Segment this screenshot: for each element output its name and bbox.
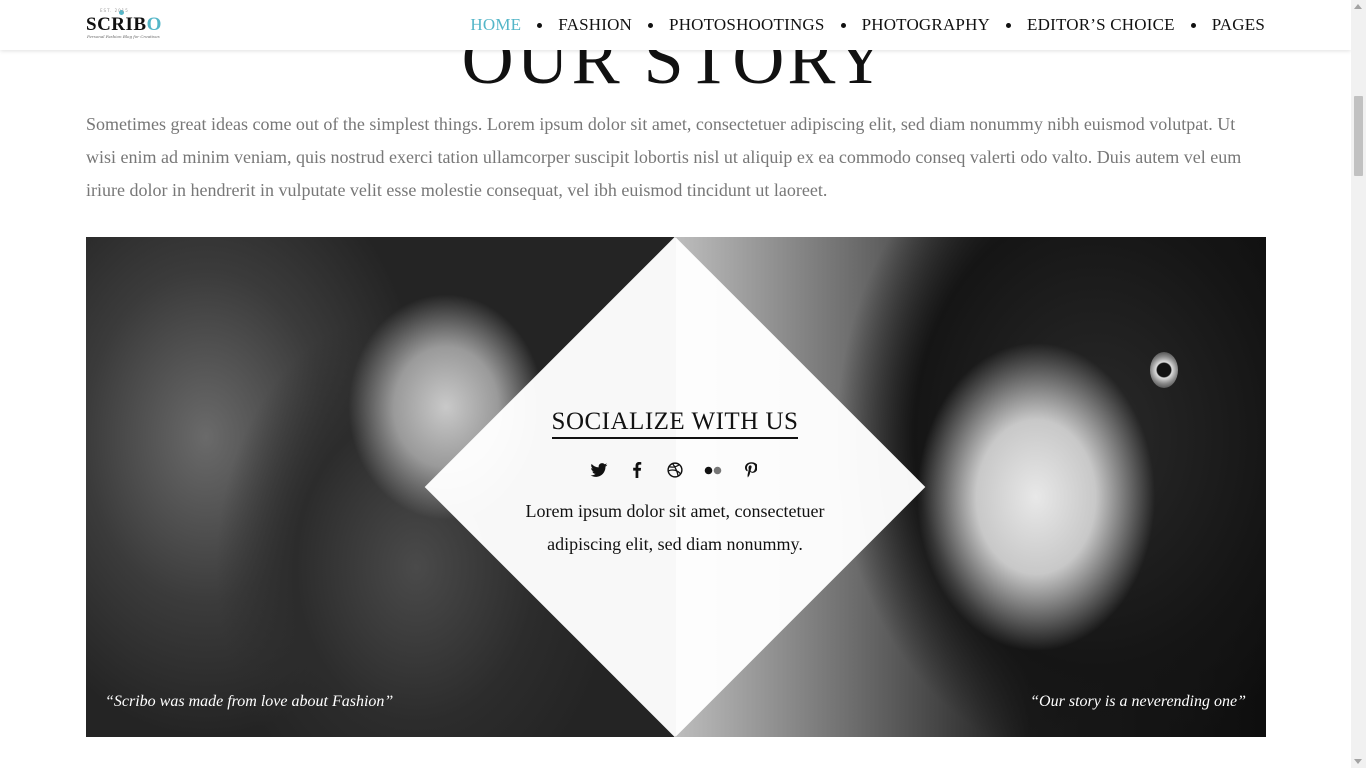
twitter-icon[interactable] bbox=[590, 461, 608, 479]
scrollbar-thumb[interactable] bbox=[1354, 96, 1363, 176]
main-nav: HOME FASHION PHOTOSHOOTINGS PHOTOGRAPHY … bbox=[470, 0, 1265, 50]
nav-item-editors-choice[interactable]: EDITOR’S CHOICE bbox=[1027, 15, 1175, 35]
nav-item-photography[interactable]: PHOTOGRAPHY bbox=[862, 15, 990, 35]
social-box: SOCIALIZE WITH US Lorem ipsum dolor sit … bbox=[480, 408, 870, 561]
nav-item-home[interactable]: HOME bbox=[470, 15, 521, 35]
scroll-down-arrow-icon[interactable] bbox=[1354, 759, 1362, 764]
quote-left: “Scribo was made from love about Fashion… bbox=[105, 693, 394, 710]
nav-item-photoshootings[interactable]: PHOTOSHOOTINGS bbox=[669, 15, 825, 35]
story-paragraph: Sometimes great ideas come out of the si… bbox=[86, 114, 1242, 200]
dribbble-icon[interactable] bbox=[666, 461, 684, 479]
logo-tagline: Personal Fashion Blog for Creatives bbox=[87, 34, 160, 39]
nav-separator bbox=[1006, 22, 1012, 28]
facebook-icon[interactable] bbox=[628, 461, 646, 479]
nav-item-fashion[interactable]: FASHION bbox=[558, 15, 632, 35]
earring-detail bbox=[1150, 352, 1178, 388]
nav-separator bbox=[537, 22, 543, 28]
nav-separator bbox=[840, 22, 846, 28]
logo-wordmark: SCRIBO bbox=[86, 14, 162, 35]
page-scrollbar[interactable] bbox=[1351, 0, 1366, 768]
nav-item-pages[interactable]: PAGES bbox=[1212, 15, 1265, 35]
logo-top-text: EST. 2015 bbox=[100, 8, 129, 13]
social-text: Lorem ipsum dolor sit amet, consectetuer… bbox=[525, 501, 825, 554]
social-title: SOCIALIZE WITH US bbox=[551, 408, 799, 439]
nav-separator bbox=[1190, 22, 1196, 28]
site-header: EST. 2015 SCRIBO Personal Fashion Blog f… bbox=[0, 0, 1351, 50]
quote-right: “Our story is a neverending one” bbox=[1030, 693, 1246, 710]
scroll-up-arrow-icon[interactable] bbox=[1354, 4, 1362, 9]
social-icons bbox=[480, 461, 870, 479]
pinterest-icon[interactable] bbox=[742, 461, 760, 479]
site-logo[interactable]: EST. 2015 SCRIBO Personal Fashion Blog f… bbox=[86, 8, 161, 42]
nav-separator bbox=[648, 22, 654, 28]
flickr-icon[interactable] bbox=[704, 461, 722, 479]
